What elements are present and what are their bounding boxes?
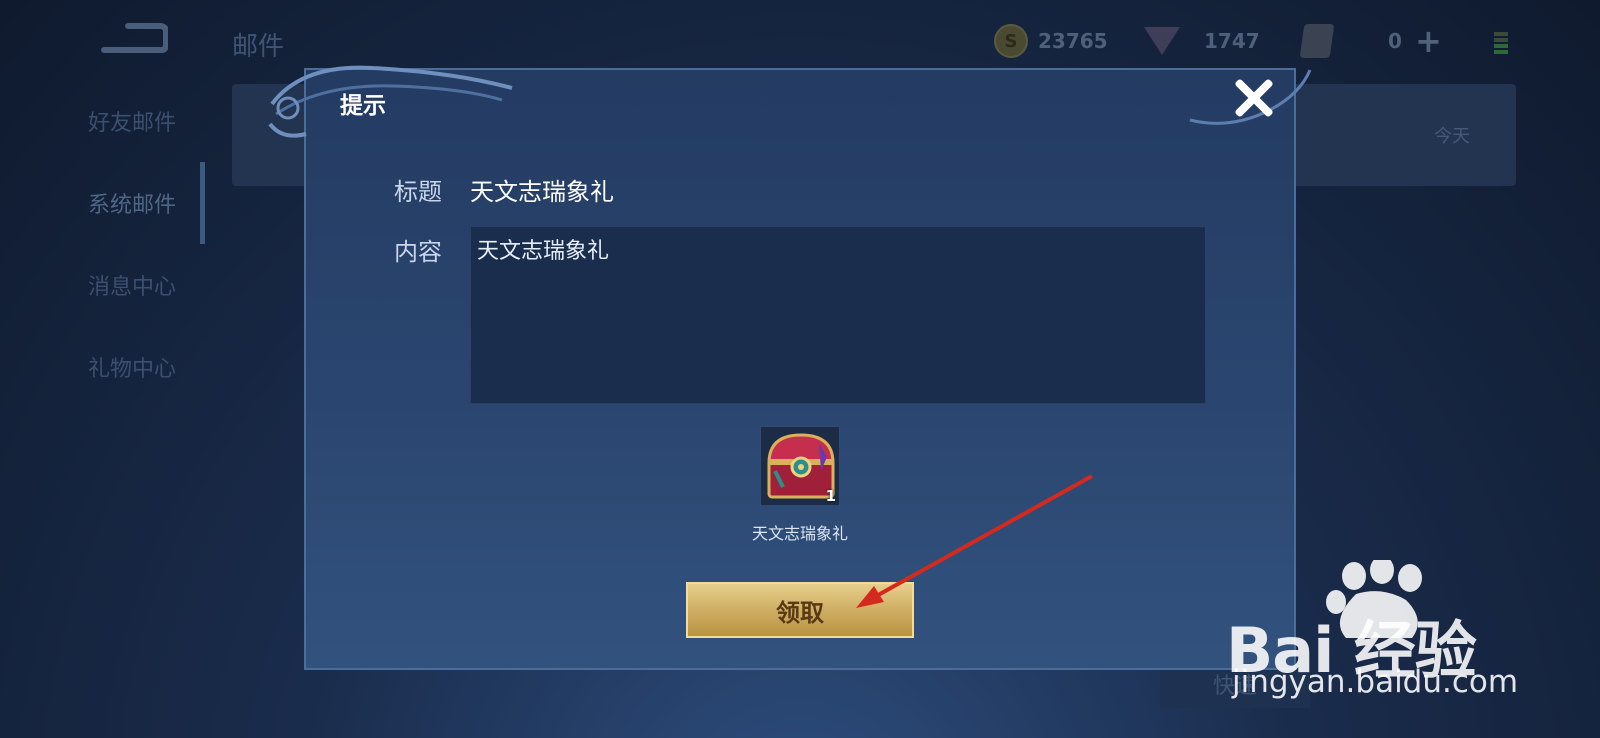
sidebar-item-system-mail[interactable]: 系统邮件 [0, 162, 205, 244]
reward-item-slot[interactable]: 1 [760, 426, 840, 506]
add-icon[interactable]: + [1415, 22, 1442, 60]
back-icon[interactable] [100, 22, 168, 56]
content-box: 天文志瑞象礼 [470, 226, 1206, 404]
gem-value: 1747 [1204, 29, 1260, 53]
gem-counter: 1747 [1144, 26, 1260, 56]
gold-counter: S 23765 [994, 24, 1108, 58]
sidebar-item-gift-center[interactable]: 礼物中心 [0, 326, 205, 408]
reward-item-name: 天文志瑞象礼 [751, 524, 848, 543]
mail-content: 天文志瑞象礼 [477, 239, 610, 264]
claim-button[interactable]: 领取 [686, 582, 914, 638]
gold-value: 23765 [1038, 29, 1108, 53]
mail-subject: 天文志瑞象礼 [470, 178, 614, 206]
sidebar-item-label: 好友邮件 [88, 111, 177, 136]
gem-icon [1144, 27, 1180, 55]
coin-icon: S [994, 24, 1028, 58]
sidebar-item-label: 消息中心 [88, 275, 177, 300]
signal-icon [1494, 30, 1508, 54]
dialog-title: 提示 [340, 93, 386, 119]
sidebar-item-label: 系统邮件 [88, 193, 177, 218]
close-icon[interactable] [1232, 76, 1276, 120]
sidebar-item-label: 礼物中心 [88, 357, 177, 382]
ticket-counter: 0 [1299, 24, 1402, 58]
subject-label: 标题 [394, 178, 442, 206]
mail-date: 今天 [1434, 126, 1470, 147]
ticket-value: 0 [1388, 29, 1402, 53]
watermark-url: jingyan.baidu.com [1232, 664, 1519, 700]
cloud-ornament-icon [268, 65, 513, 138]
content-label: 内容 [394, 238, 442, 266]
sidebar: 好友邮件 系统邮件 消息中心 礼物中心 [0, 80, 205, 408]
sidebar-item-message-center[interactable]: 消息中心 [0, 244, 205, 326]
ticket-icon [1299, 24, 1335, 58]
sidebar-item-friend-mail[interactable]: 好友邮件 [0, 80, 205, 162]
item-count: 1 [825, 487, 836, 505]
